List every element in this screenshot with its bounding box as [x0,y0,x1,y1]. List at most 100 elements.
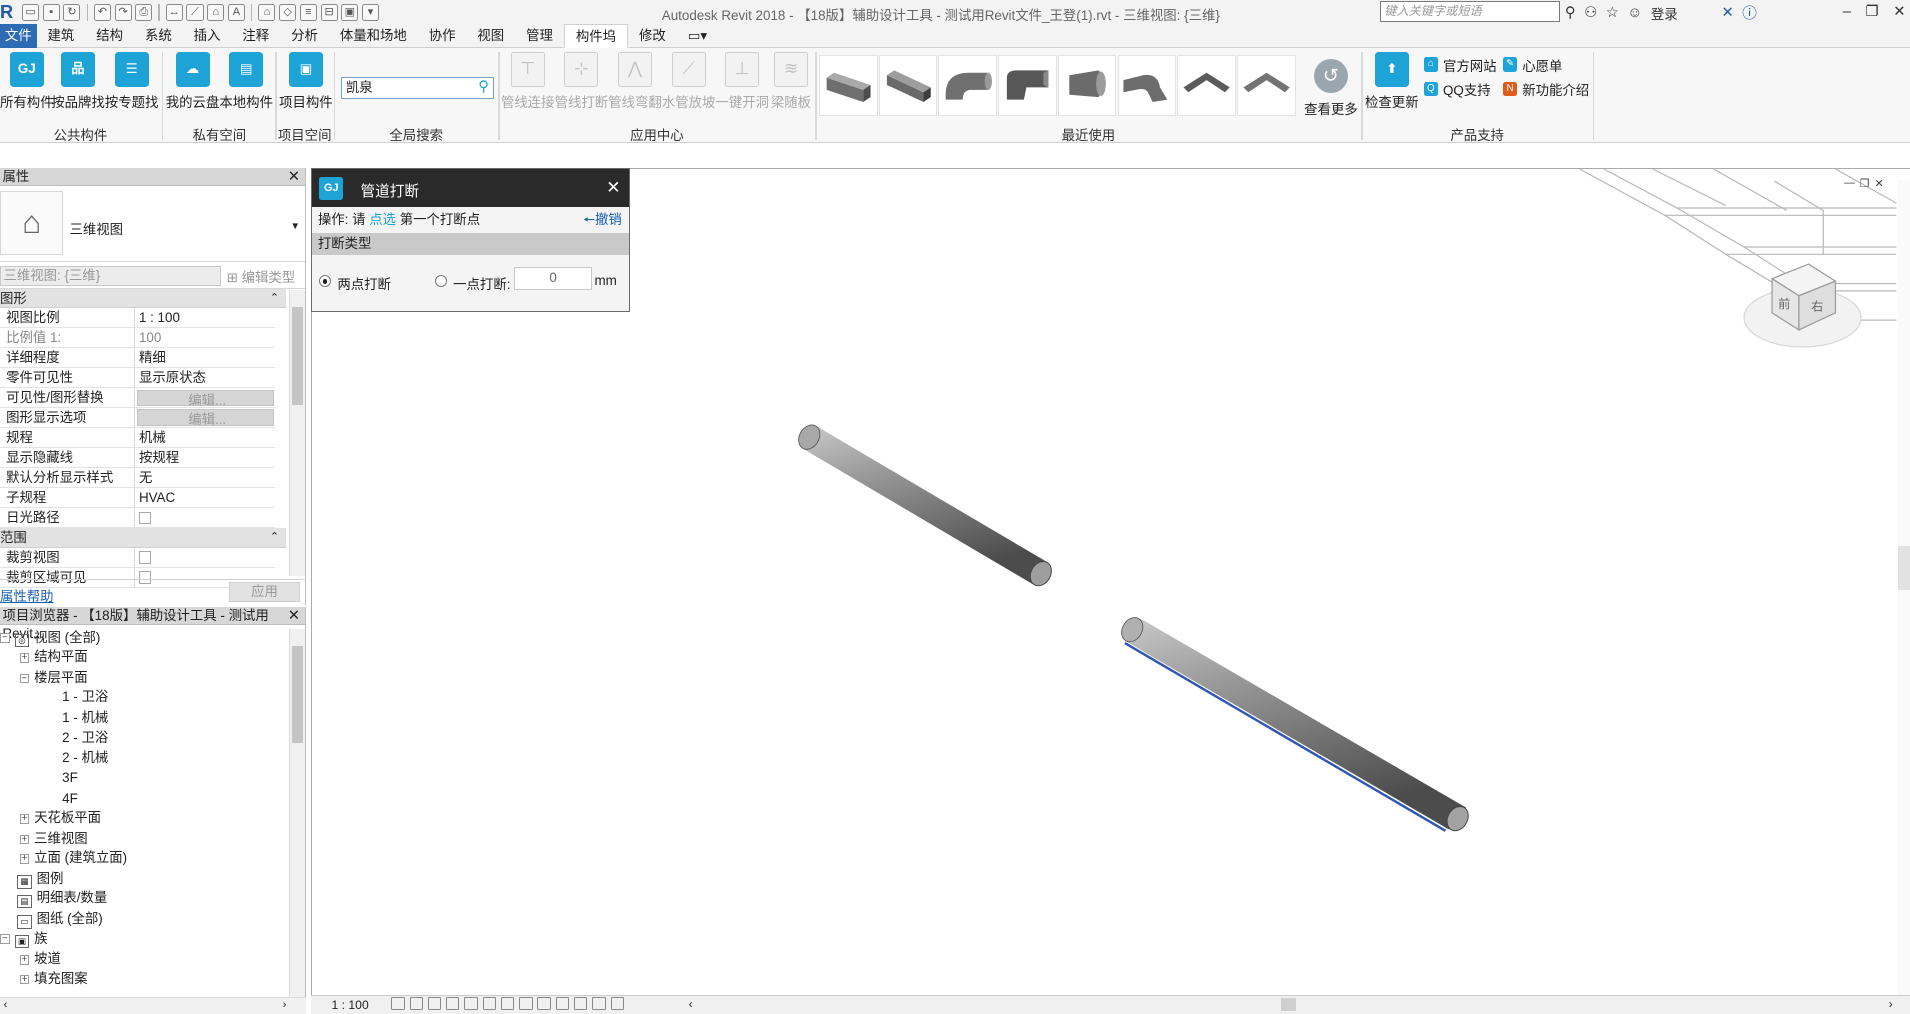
save-icon[interactable]: ▪ [42,3,60,21]
close-icon[interactable]: ✕ [288,607,300,625]
tree-node-views[interactable]: − ◎ 视图 (全部) [0,628,100,648]
render-icon[interactable] [464,996,478,1011]
property-row[interactable]: 可见性/图形替换 编辑... [0,388,276,409]
tab-component-dock[interactable]: 构件坞 [563,23,628,49]
close-icon[interactable]: ✕ [1875,177,1884,190]
measure-icon[interactable]: ↔ [165,3,183,21]
tree-leaf-1-mechanical[interactable]: 1 - 机械 [62,708,108,728]
recent-item-pipe-elbow[interactable] [1117,54,1177,116]
highlight-displacement-icon[interactable] [592,996,606,1011]
chevron-right-icon[interactable]: › [1889,997,1893,1011]
hscroll-thumb[interactable] [1280,997,1296,1012]
beam-follow-slab-button[interactable]: ≋ 梁随板 [764,51,818,111]
collapse-icon[interactable]: ⌃ [270,289,279,309]
detail-level-icon[interactable] [391,996,405,1011]
view-more-button[interactable]: ↺ 查看更多 [1304,55,1358,118]
pipe-bend-button[interactable]: ⋀ 管线弯翻 [608,51,662,111]
tree-leaf-4f[interactable]: 4F [62,789,78,809]
property-row[interactable]: 图形显示选项 编辑... [0,408,276,429]
search-icon[interactable]: ⚲ [478,78,489,98]
property-value[interactable]: 按规程 [135,448,275,467]
property-value[interactable]: 编辑... [136,389,275,407]
category-graphics[interactable]: 图形 ⌃ [0,288,287,309]
property-value[interactable]: 无 [135,468,275,487]
close-icon[interactable]: ✕ [606,178,620,198]
unlock-3d-icon[interactable] [519,996,533,1011]
category-extents[interactable]: 范围 ⌃ [0,528,287,548]
redo-icon[interactable]: ↷ [114,3,132,21]
browser-hscrollbar[interactable]: ‹ › [0,996,306,1014]
recent-item-beam[interactable] [819,54,878,116]
tree-leaf-1-plumbing[interactable]: 1 - 卫浴 [62,687,108,707]
tree-node-ramps[interactable]: + 坡道 [19,949,61,969]
tab-massing[interactable]: 体量和场地 [329,24,418,47]
property-value[interactable]: 显示原状态 [135,368,275,387]
tree-node-3d-views[interactable]: + 三维视图 [19,829,88,849]
undo-icon[interactable]: ↶ [93,3,111,21]
view-scale[interactable]: 1 : 100 [332,998,369,1012]
viewcube-right-label[interactable]: 右 [1811,299,1823,314]
one-point-break-radio[interactable] [434,275,448,288]
tab-collaborate[interactable]: 协作 [418,24,467,47]
tree-node-legends[interactable]: ▦ 图例 [17,869,63,889]
property-row[interactable]: 裁剪视图 [0,547,276,568]
login-button[interactable]: 登录 [1651,3,1678,23]
qq-support-link[interactable]: Q QQ支持 [1423,77,1497,101]
browser-scrollbar[interactable] [288,628,305,997]
one-point-break-label[interactable]: 一点打断: [453,273,510,293]
chevron-left-icon[interactable]: ‹ [689,997,693,1011]
customize-qat-icon[interactable]: ▾ [361,3,380,21]
pipe-connect-button[interactable]: ⊤ 管线连接 [501,51,555,111]
text-icon[interactable]: A [227,3,245,21]
collapse-icon[interactable]: ⌃ [270,528,279,548]
check-update-button[interactable]: ⬆ 检查更新 [1365,51,1419,111]
restore-icon[interactable]: ❐ [1866,0,1879,24]
tree-node-families[interactable]: − ▣ 族 [0,929,48,949]
revit-logo[interactable]: R [0,0,17,24]
local-components-button[interactable]: ▤ 本地构件 [219,51,273,111]
one-click-opening-button[interactable]: ⊥ 一键开洞 [715,51,769,111]
chevron-left-icon[interactable]: ‹ [4,999,8,1011]
tab-file[interactable]: 文件 [0,24,37,48]
scroll-thumb[interactable] [292,307,304,405]
help-icon[interactable]: ⓘ [1742,2,1757,23]
sun-path-icon[interactable] [427,996,442,1011]
properties-scrollbar[interactable] [288,290,305,577]
property-value[interactable]: 机械 [135,428,275,447]
thin-lines-icon[interactable]: ≡ [299,3,317,21]
tab-systems[interactable]: 系统 [134,24,183,47]
break-distance-input[interactable]: 0 [514,266,593,290]
star-icon[interactable]: ☆ [1606,4,1619,21]
property-value[interactable] [135,548,275,567]
tree-node-fill-patterns[interactable]: + 填充图案 [19,969,88,989]
wishlist-link[interactable]: ✎ 心愿单 [1502,52,1589,76]
tab-modify[interactable]: 修改 [628,24,677,47]
help-search-input[interactable]: 键入关键字或短语 [1379,1,1560,22]
chevron-down-icon[interactable]: ▼ [290,221,300,232]
recent-item-elbow[interactable] [938,54,997,116]
new-features-link[interactable]: N 新功能介绍 [1502,77,1589,101]
tree-leaf-3f[interactable]: 3F [62,768,78,788]
dimension-icon[interactable]: ⟋ [186,3,204,21]
pipe-segment-2[interactable] [1117,614,1472,835]
property-value[interactable]: 100 [135,328,275,347]
print-icon[interactable]: ⎙ [135,3,153,21]
apply-button[interactable]: 应用 [229,582,300,602]
property-checkbox[interactable] [138,511,152,525]
tree-leaf-2-mechanical[interactable]: 2 - 机械 [62,748,108,768]
recent-item-transition[interactable] [1057,54,1117,116]
all-components-button[interactable]: GJ 所有构件 [0,51,54,111]
pipe-segment-1[interactable] [794,421,1055,589]
tab-structure[interactable]: 结构 [85,24,134,47]
property-row[interactable]: 显示隐藏线 按规程 [0,448,276,469]
close-hidden-icon[interactable]: ⊟ [320,3,338,21]
properties-help-link[interactable]: 属性帮助 [0,585,54,605]
property-value[interactable]: HVAC [135,488,275,507]
pipe-break-button[interactable]: ⊹ 管线打断 [555,51,609,111]
global-search-input[interactable]: 凯泉 ⚲ [341,76,494,99]
property-row[interactable]: 视图比例 1 : 100 [0,308,276,329]
property-value[interactable]: 精细 [135,348,275,367]
constraints-icon[interactable] [610,996,624,1011]
exchange-icon[interactable]: ✕ [1722,4,1734,21]
open-icon[interactable]: ▭ [21,3,39,21]
